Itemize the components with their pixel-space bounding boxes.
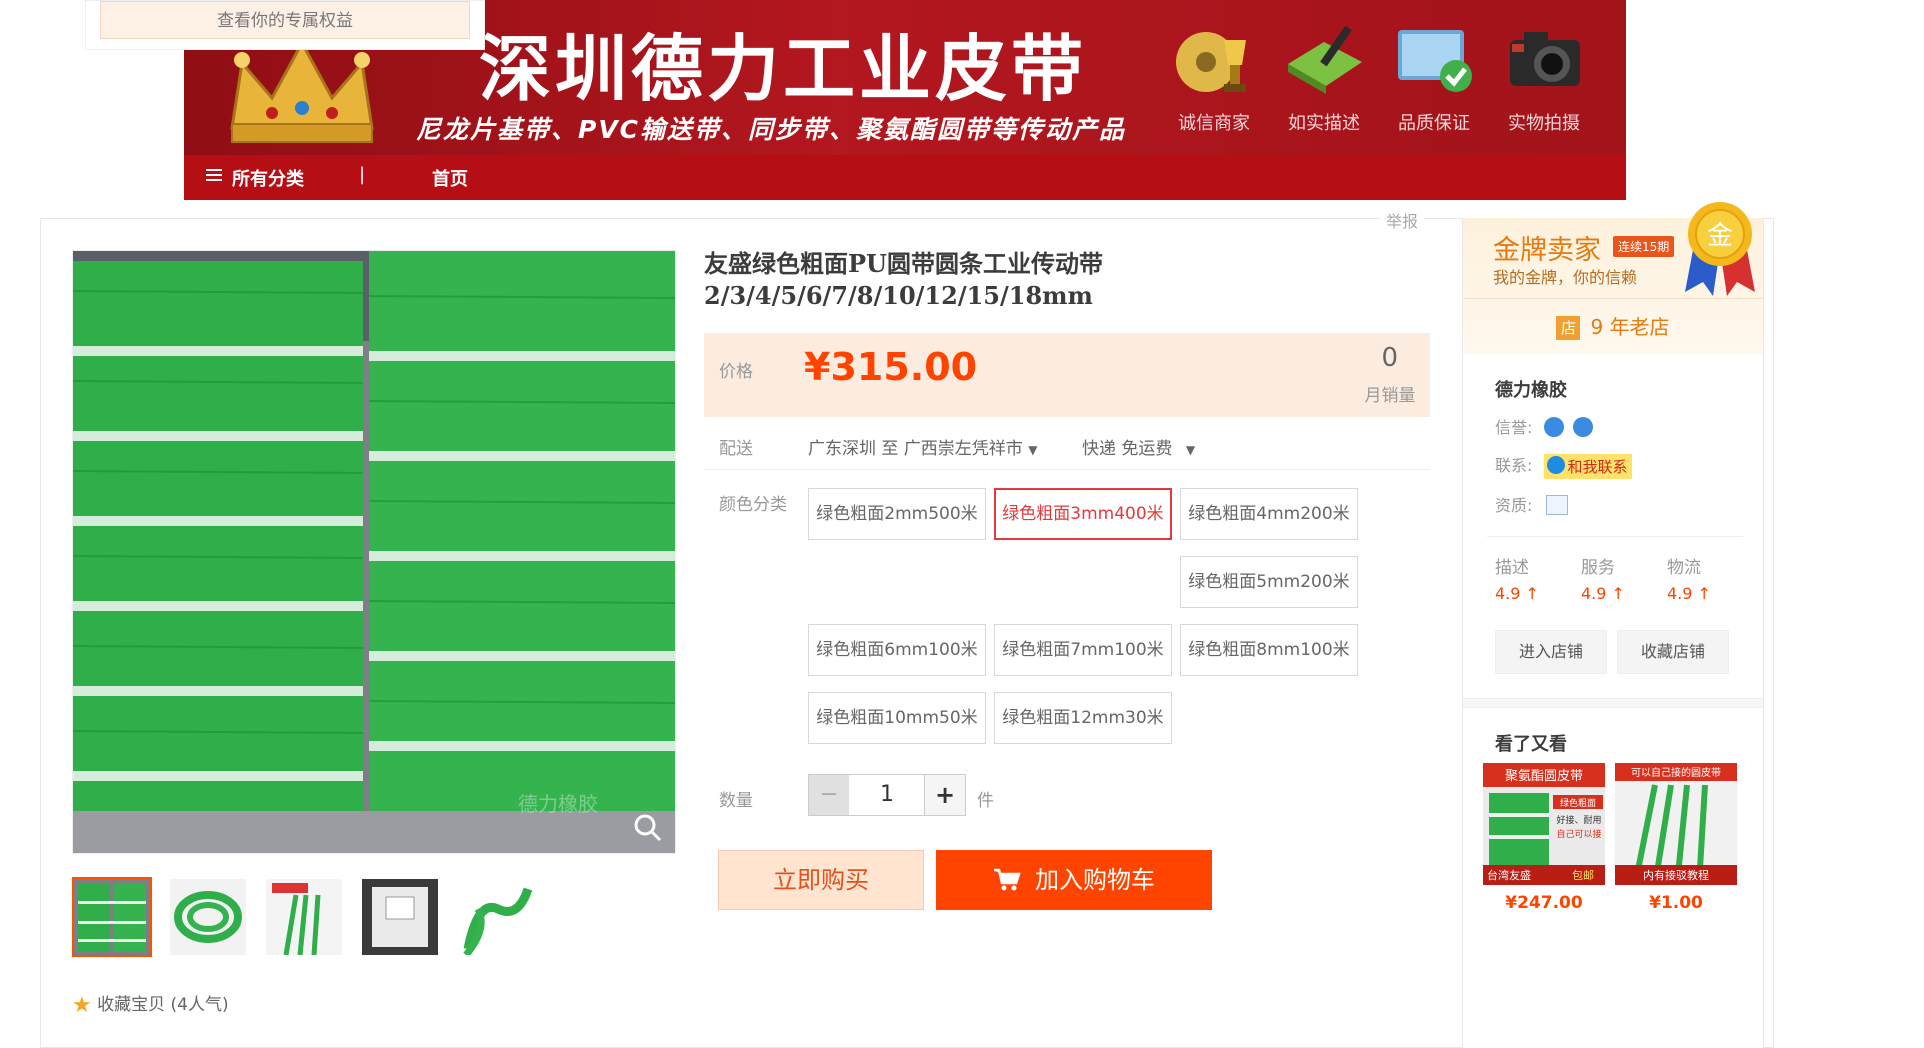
star-icon: ★ bbox=[72, 993, 92, 1018]
zoom-icon[interactable] bbox=[633, 813, 663, 843]
chat-icon bbox=[1546, 456, 1565, 474]
shipping-row: 配送 广东深圳 至 广西崇左凭祥市 ▼ 快递 免运费 ▼ bbox=[704, 430, 1430, 470]
monthly-sales-count: 0 bbox=[1381, 343, 1398, 373]
enter-shop-button[interactable]: 进入店铺 bbox=[1495, 630, 1607, 674]
recommended-item-price: ¥1.00 bbox=[1649, 893, 1703, 913]
svg-text:台湾友盛: 台湾友盛 bbox=[1487, 868, 1531, 882]
quantity-increase-button[interactable]: + bbox=[924, 774, 966, 816]
nav-separator: | bbox=[359, 164, 366, 185]
divider bbox=[1487, 536, 1743, 537]
sku-option[interactable]: 绿色粗面4mm200米 bbox=[1180, 488, 1358, 540]
svg-text:自己可以接: 自己可以接 bbox=[1556, 828, 1601, 840]
badge-trusted: 诚信商家 bbox=[1164, 20, 1264, 135]
view-benefits-link[interactable]: 查看你的专属权益 bbox=[100, 1, 470, 39]
thumbnail-5[interactable] bbox=[456, 877, 536, 957]
quality-check-icon bbox=[1398, 30, 1472, 92]
diamond-icon bbox=[1572, 417, 1593, 437]
svg-text:包邮: 包邮 bbox=[1572, 869, 1594, 882]
shipping-mode-select[interactable]: 快递 免运费 ▼ bbox=[1082, 434, 1195, 459]
color-category-label: 颜色分类 bbox=[719, 495, 787, 515]
price-box: 价格 ¥315.00 0 月销量 bbox=[704, 333, 1430, 417]
quantity-input[interactable]: 1 bbox=[849, 774, 925, 816]
product-title: 友盛绿色粗面PU圆带圆条工业传动带2/3/4/5/6/7/8/10/12/15/… bbox=[704, 249, 1103, 310]
contact-seller-button[interactable]: 和我联系 bbox=[1543, 454, 1632, 479]
cart-icon bbox=[994, 868, 1021, 891]
hamburger-menu-icon bbox=[206, 166, 222, 187]
thumbnail-2[interactable] bbox=[168, 877, 248, 957]
recommended-item-image: 聚氨酯圆皮带 绿色粗面 好接、耐用 自己可以接 台湾友盛 包邮 bbox=[1483, 763, 1605, 885]
score-service: 服务 4.9 ↑ bbox=[1581, 558, 1625, 603]
store-icon: 店 bbox=[1556, 316, 1581, 340]
score-description: 描述 4.9 ↑ bbox=[1495, 558, 1539, 603]
shipping-label: 配送 bbox=[719, 439, 753, 459]
banner-subtitle: 尼龙片基带、PVC输送带、同步带、聚氨酯圆带等传动产品 bbox=[416, 115, 1127, 144]
shipping-destination-select[interactable]: 广东深圳 至 广西崇左凭祥市 ▼ bbox=[808, 434, 1037, 459]
svg-text:绿色粗面: 绿色粗面 bbox=[1560, 797, 1596, 809]
clipboard-pen-icon bbox=[1288, 25, 1362, 94]
svg-text:金: 金 bbox=[1707, 221, 1733, 251]
badge-quality: 品质保证 bbox=[1384, 20, 1484, 135]
recommended-item-image: 可以自己接的圆皮带 内有接驳教程 bbox=[1615, 763, 1737, 885]
sku-option[interactable]: 绿色粗面6mm100米 bbox=[808, 624, 986, 676]
sku-option[interactable]: 绿色粗面10mm50米 bbox=[808, 692, 986, 744]
benefits-popup: 查看你的专属权益 bbox=[85, 0, 485, 50]
favorite-shop-button[interactable]: 收藏店铺 bbox=[1617, 630, 1729, 674]
add-to-cart-button[interactable]: 加入购物车 bbox=[936, 850, 1212, 910]
sku-option[interactable]: 绿色粗面12mm30米 bbox=[994, 692, 1172, 744]
quantity-unit: 件 bbox=[977, 791, 994, 811]
thumbnail-4[interactable] bbox=[360, 877, 440, 957]
shop-nav-bar: 所有分类 | 首页 bbox=[184, 155, 1626, 200]
sku-option[interactable]: 绿色粗面2mm500米 bbox=[808, 488, 986, 540]
favorite-item[interactable]: ★ 收藏宝贝 (4人气) bbox=[72, 990, 229, 1018]
diamond-icon bbox=[1543, 417, 1564, 437]
image-watermark: 德力橡胶 bbox=[518, 792, 598, 816]
report-link[interactable]: 举报 bbox=[1380, 208, 1425, 232]
also-viewed-title: 看了又看 bbox=[1495, 734, 1567, 755]
sku-option[interactable]: 绿色粗面5mm200米 bbox=[1180, 556, 1358, 608]
divider bbox=[1463, 698, 1763, 708]
recommended-item[interactable]: 聚氨酯圆皮带 绿色粗面 好接、耐用 自己可以接 台湾友盛 包邮 ¥247.00 bbox=[1483, 763, 1605, 913]
trophy-disc-icon bbox=[1176, 32, 1246, 92]
sku-option-selected[interactable]: 绿色粗面3mm400米 bbox=[994, 488, 1172, 540]
thumbnail-1[interactable] bbox=[72, 877, 152, 957]
sku-option[interactable]: 绿色粗面7mm100米 bbox=[994, 624, 1172, 676]
camera-icon bbox=[1510, 32, 1580, 86]
nav-home-link[interactable]: 首页 bbox=[432, 165, 468, 191]
caret-down-icon: ▼ bbox=[1028, 443, 1038, 457]
shop-age: 店9 年老店 bbox=[1463, 298, 1763, 354]
badge-real-photo: 实物拍摄 bbox=[1494, 20, 1594, 135]
quantity-decrease-button[interactable]: − bbox=[808, 774, 850, 816]
license-icon[interactable] bbox=[1545, 495, 1568, 515]
banner-title: 深圳德力工业皮带 bbox=[479, 26, 1088, 111]
shop-name[interactable]: 德力橡胶 bbox=[1495, 376, 1567, 402]
sku-option[interactable]: 绿色粗面8mm100米 bbox=[1180, 624, 1358, 676]
svg-text:好接、耐用: 好接、耐用 bbox=[1556, 814, 1601, 826]
gold-seller-header: 金牌卖家 连续15期 我的金牌，你的信赖 金 店9 年老店 bbox=[1463, 202, 1763, 354]
price-value: ¥315.00 bbox=[804, 345, 978, 389]
seller-panel: 金牌卖家 连续15期 我的金牌，你的信赖 金 店9 年老店 德力橡胶 信誉: 联… bbox=[1462, 202, 1764, 1048]
svg-text:聚氨酯圆皮带: 聚氨酯圆皮带 bbox=[1505, 769, 1583, 784]
gold-seller-title: 金牌卖家 bbox=[1493, 235, 1601, 266]
caret-down-icon: ▼ bbox=[1185, 443, 1196, 457]
qualification-row: 资质: bbox=[1495, 492, 1568, 516]
gold-streak-badge: 连续15期 bbox=[1613, 236, 1675, 257]
gold-medal-icon: 金 bbox=[1685, 202, 1755, 296]
thumbnail-3[interactable] bbox=[264, 877, 344, 957]
monthly-sales-label: 月销量 bbox=[1364, 386, 1416, 406]
score-logistics: 物流 4.9 ↑ bbox=[1667, 558, 1711, 603]
recommended-item-price: ¥247.00 bbox=[1505, 893, 1583, 913]
gold-seller-slogan: 我的金牌，你的信赖 bbox=[1493, 268, 1638, 287]
contact-row: 联系: 和我联系 bbox=[1495, 452, 1632, 479]
quantity-label: 数量 bbox=[719, 791, 753, 811]
svg-text:内有接驳教程: 内有接驳教程 bbox=[1643, 868, 1709, 882]
svg-text:可以自己接的圆皮带: 可以自己接的圆皮带 bbox=[1631, 766, 1721, 779]
price-label: 价格 bbox=[719, 362, 753, 382]
buy-now-button[interactable]: 立即购买 bbox=[718, 850, 924, 910]
main-product-image[interactable]: 德力橡胶 bbox=[72, 250, 676, 854]
badge-accurate: 如实描述 bbox=[1274, 20, 1374, 135]
all-categories-menu[interactable]: 所有分类 bbox=[206, 165, 304, 191]
credit-row: 信誉: bbox=[1495, 414, 1593, 438]
recommended-item[interactable]: 可以自己接的圆皮带 内有接驳教程 ¥1.00 bbox=[1615, 763, 1737, 913]
